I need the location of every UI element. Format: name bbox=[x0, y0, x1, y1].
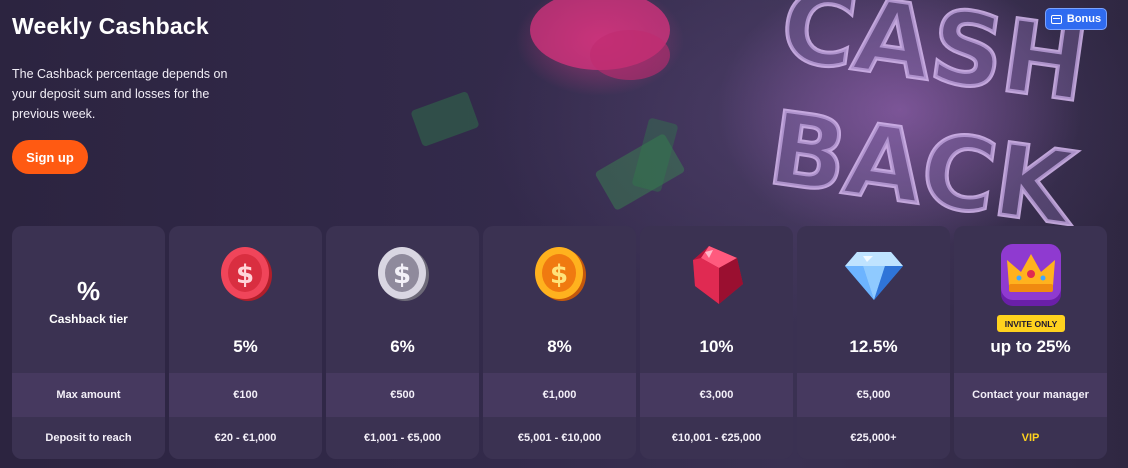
tier-deposit: VIP bbox=[954, 417, 1107, 459]
tier-deposit: €5,001 - €10,000 bbox=[483, 417, 636, 459]
tier-max-amount: €1,000 bbox=[483, 373, 636, 417]
cashback-tier-table: % Cashback tier Max amount Deposit to re… bbox=[12, 226, 1108, 460]
tier-header-card: % Cashback tier Max amount Deposit to re… bbox=[12, 226, 165, 459]
svg-text:$: $ bbox=[392, 260, 410, 290]
svg-text:$: $ bbox=[235, 260, 253, 290]
tier-card-4: 10% €3,000 €10,001 - €25,000 bbox=[640, 226, 793, 459]
cashback-tier-label: Cashback tier bbox=[49, 312, 128, 326]
tier-percent: up to 25% bbox=[990, 337, 1071, 356]
page-description: The Cashback percentage depends on your … bbox=[12, 67, 228, 121]
deposit-to-reach-label: Deposit to reach bbox=[12, 417, 165, 459]
tier-deposit: €10,001 - €25,000 bbox=[640, 417, 793, 459]
tier-deposit: €1,001 - €5,000 bbox=[326, 417, 479, 459]
tier-card-3: $ 8% €1,000 €5,001 - €10,000 bbox=[483, 226, 636, 459]
svg-text:$: $ bbox=[549, 260, 567, 290]
tier-percent: 10% bbox=[699, 337, 734, 356]
diamond-icon bbox=[844, 252, 903, 300]
gold-coin-icon: $ bbox=[534, 247, 586, 301]
tier-max-amount: Contact your manager bbox=[954, 373, 1107, 417]
percent-symbol: % bbox=[76, 276, 101, 306]
red-coin-icon: $ bbox=[220, 247, 272, 301]
signup-button[interactable]: Sign up bbox=[12, 140, 88, 174]
page-title: Weekly Cashback bbox=[12, 13, 209, 39]
tier-card-6: INVITE ONLY up to 25% Contact your manag… bbox=[954, 226, 1107, 459]
tier-percent: 6% bbox=[390, 337, 415, 356]
silver-coin-icon: $ bbox=[377, 247, 429, 301]
tier-card-5: 12.5% €5,000 €25,000+ bbox=[797, 226, 950, 459]
tier-card-2: $ 6% €500 €1,001 - €5,000 bbox=[326, 226, 479, 459]
tier-deposit: €20 - €1,000 bbox=[169, 417, 322, 459]
cashback-hero-art: CASH BACK CASH BACK bbox=[411, 0, 1096, 230]
bonus-badge[interactable]: Bonus bbox=[1045, 8, 1107, 30]
ruby-gem-icon bbox=[692, 246, 743, 304]
tier-max-amount: €3,000 bbox=[640, 373, 793, 417]
crown-icon bbox=[1000, 244, 1061, 306]
invite-only-badge: INVITE ONLY bbox=[997, 315, 1065, 332]
tier-percent: 12.5% bbox=[849, 337, 898, 356]
tier-percent: 8% bbox=[547, 337, 572, 356]
tier-max-amount: €5,000 bbox=[797, 373, 950, 417]
tier-deposit: €25,000+ bbox=[797, 417, 950, 459]
bonus-badge-label: Bonus bbox=[1066, 13, 1102, 25]
tier-card-1: $ 5% €100 €20 - €1,000 bbox=[169, 226, 322, 459]
tier-percent: 5% bbox=[233, 337, 258, 356]
bonus-icon bbox=[1050, 14, 1062, 24]
max-amount-label: Max amount bbox=[12, 373, 165, 417]
tier-max-amount: €500 bbox=[326, 373, 479, 417]
tier-max-amount: €100 bbox=[169, 373, 322, 417]
